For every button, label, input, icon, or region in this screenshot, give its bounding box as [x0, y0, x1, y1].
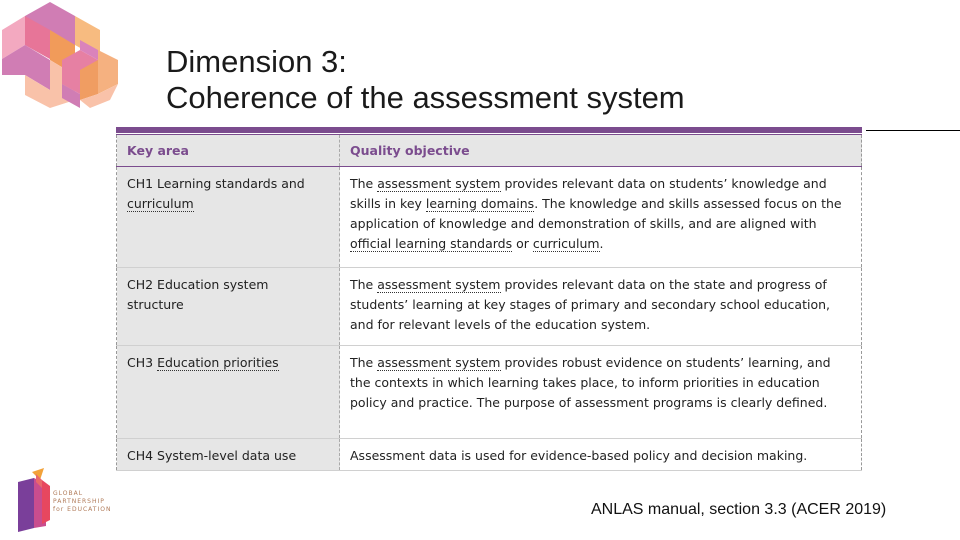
- glossary-term[interactable]: curriculum: [127, 196, 194, 212]
- title-line-2: Coherence of the assessment system: [166, 80, 685, 115]
- quality-objectives-table: Key area Quality objective CH1 Learning …: [116, 127, 862, 480]
- glossary-term[interactable]: assessment system: [377, 176, 501, 192]
- glossary-term[interactable]: learning domains: [425, 196, 535, 212]
- header-key-area: Key area: [116, 135, 340, 167]
- title-line-1: Dimension 3:: [166, 44, 347, 79]
- objective-text: The: [350, 176, 378, 191]
- objective-cell: The assessment system provides relevant …: [339, 267, 862, 346]
- slide-title: Dimension 3: Coherence of the assessment…: [166, 44, 685, 116]
- key-text: CH3: [127, 355, 158, 370]
- glossary-term[interactable]: Education priorities: [157, 355, 279, 371]
- objective-cell: The assessment system provides relevant …: [339, 166, 862, 268]
- key-area-cell: CH3 Education priorities: [116, 345, 340, 439]
- logo-text-line: GLOBAL: [53, 490, 84, 497]
- hexagon-logo-icon: [2, 2, 118, 108]
- header-quality-objective: Quality objective: [339, 135, 862, 167]
- logo-text-line: PARTNERSHIP: [53, 498, 105, 505]
- objective-text: .: [599, 236, 604, 251]
- table-row: CH3 Education priorities The assessment …: [116, 345, 862, 439]
- glossary-term[interactable]: assessment system: [377, 355, 501, 371]
- logo-text-line: for EDUCATION: [53, 506, 112, 513]
- glossary-term[interactable]: official learning standards: [350, 236, 513, 252]
- table-header-row: Key area Quality objective: [116, 135, 862, 167]
- objective-cell: Assessment data is used for evidence-bas…: [339, 438, 862, 471]
- objective-text: The: [350, 277, 378, 292]
- key-area-cell: CH2 Education system structure: [116, 267, 340, 346]
- glossary-term[interactable]: assessment system: [377, 277, 501, 293]
- source-citation: ANLAS manual, section 3.3 (ACER 2019): [591, 501, 887, 518]
- objective-text: or: [512, 236, 533, 251]
- glossary-term[interactable]: curriculum: [532, 236, 600, 252]
- table-row: CH4 System-level data use Assessment dat…: [116, 438, 862, 471]
- key-text: CH1 Learning standards and: [127, 176, 305, 191]
- key-area-cell: CH1 Learning standards and curriculum: [116, 166, 340, 268]
- key-area-cell: CH4 System-level data use: [116, 438, 340, 471]
- gpe-logo-text: GLOBAL PARTNERSHIP for EDUCATION: [53, 490, 111, 514]
- objective-cell: The assessment system provides robust ev…: [339, 345, 862, 439]
- table-top-bar: [116, 127, 862, 133]
- table-row: CH1 Learning standards and curriculum Th…: [116, 166, 862, 268]
- table-row: CH2 Education system structure The asses…: [116, 267, 862, 346]
- title-rule: [866, 130, 960, 131]
- objective-text: The: [350, 355, 378, 370]
